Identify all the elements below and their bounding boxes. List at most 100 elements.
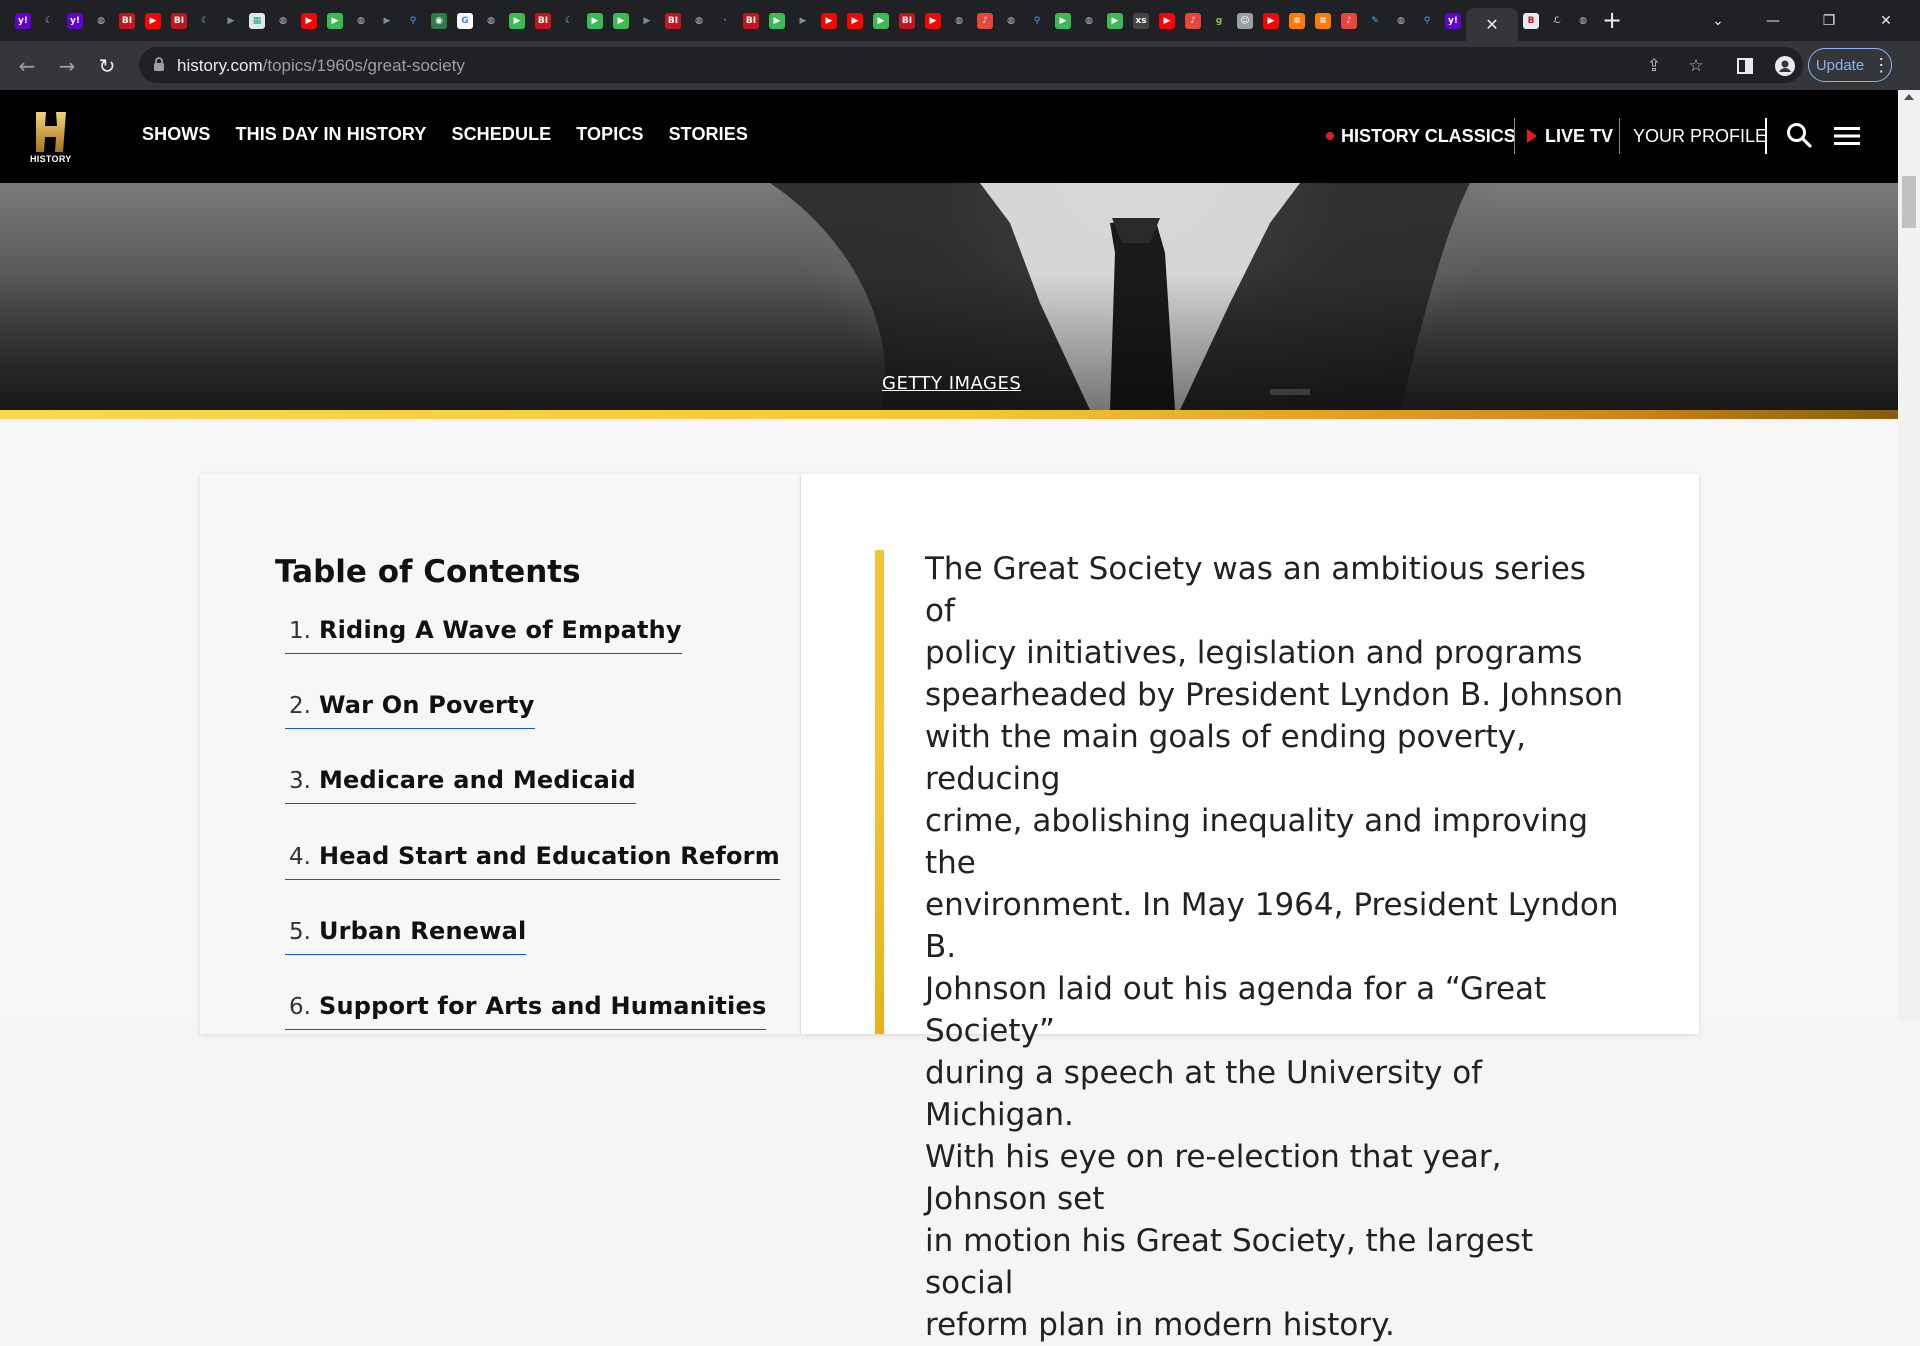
play-favicon-icon[interactable]: ▶ [1050, 8, 1076, 34]
xs-favicon-icon[interactable]: xs [1128, 8, 1154, 34]
podcast-favicon-icon[interactable]: ♪ [1180, 8, 1206, 34]
profile-avatar-icon[interactable] [1770, 51, 1800, 81]
vpn-favicon-icon[interactable]: ☾ [556, 8, 582, 34]
goodreads-favicon-icon[interactable]: g [1206, 8, 1232, 34]
globe-favicon-icon[interactable]: ◍ [1388, 8, 1414, 34]
vpn-favicon-icon[interactable]: ☾ [192, 8, 218, 34]
globe-favicon-icon[interactable]: ◍ [1076, 8, 1102, 34]
lede-line: in motion his Great Society, the largest… [925, 1223, 1534, 1301]
forward-favicon-icon[interactable]: ▶ [374, 8, 400, 34]
bookmark-favicon-icon[interactable]: ≡ [1284, 8, 1310, 34]
reload-icon[interactable]: ↻ [92, 51, 122, 81]
bi-favicon-icon[interactable]: BI [530, 8, 556, 34]
scroll-up-arrow-icon[interactable] [1904, 94, 1914, 100]
globe-favicon-icon[interactable]: ◍ [1570, 8, 1596, 34]
podcast-favicon-icon[interactable]: ♪ [1336, 8, 1362, 34]
nav-this-day-in-history[interactable]: THIS DAY IN HISTORY [236, 124, 427, 145]
youtube-favicon-icon[interactable]: ▶ [920, 8, 946, 34]
avatar-favicon-icon[interactable]: ☺ [1232, 8, 1258, 34]
youtube-favicon-icon[interactable]: ▶ [1258, 8, 1284, 34]
live-tv-link[interactable]: LIVE TV [1527, 118, 1613, 154]
search-favicon-icon[interactable]: ⚲ [400, 8, 426, 34]
favicon-glyph: ▶ [587, 13, 603, 29]
address-bar[interactable]: history.com/topics/1960s/great-society ⇪… [139, 47, 1803, 83]
play-favicon-icon[interactable]: ▶ [868, 8, 894, 34]
update-button[interactable]: Update ⋮ [1808, 48, 1892, 82]
nav-stories[interactable]: STORIES [669, 124, 748, 145]
share-icon[interactable]: ⇪ [1641, 53, 1667, 79]
tool-favicon-icon[interactable]: ✎ [1362, 8, 1388, 34]
page-scrollbar[interactable] [1898, 90, 1920, 1020]
blank-favicon-icon[interactable]: · [712, 8, 738, 34]
yahoo-favicon-icon[interactable]: y! [10, 8, 36, 34]
youtube-favicon-icon[interactable]: ▶ [842, 8, 868, 34]
google-favicon-icon[interactable]: G [452, 8, 478, 34]
play-favicon-icon[interactable]: ▶ [582, 8, 608, 34]
toc-item[interactable]: 6. Support for Arts and Humanities [285, 992, 767, 1030]
bi-favicon-icon[interactable]: BI [660, 8, 686, 34]
globe-favicon-icon[interactable]: ◍ [686, 8, 712, 34]
tab-search-icon[interactable]: ⌄ [1690, 0, 1746, 41]
brand-favicon-icon[interactable]: ℒ [1544, 8, 1570, 34]
bi-favicon-icon[interactable]: BI [738, 8, 764, 34]
forward-favicon-icon[interactable]: ▶ [218, 8, 244, 34]
podcast-favicon-icon[interactable]: ♪ [972, 8, 998, 34]
hamburger-menu-icon[interactable] [1834, 125, 1860, 147]
favicon-glyph: ▶ [1159, 13, 1175, 29]
forward-favicon-icon[interactable]: ▶ [790, 8, 816, 34]
restore-icon[interactable]: ❐ [1801, 0, 1857, 41]
bi-favicon-icon[interactable]: BI [166, 8, 192, 34]
close-window-icon[interactable]: ✕ [1858, 0, 1914, 41]
history-logo[interactable]: HISTORY [28, 108, 76, 166]
image-credit-link[interactable]: GETTY IMAGES [882, 373, 1021, 394]
toc-item[interactable]: 5. Urban Renewal [285, 917, 527, 955]
scroll-thumb[interactable] [1902, 176, 1916, 228]
play-favicon-icon[interactable]: ▶ [322, 8, 348, 34]
nav-shows[interactable]: SHOWS [142, 124, 211, 145]
play-favicon-icon[interactable]: ▶ [1102, 8, 1128, 34]
vpn-favicon-icon[interactable]: ☾ [36, 8, 62, 34]
url-text[interactable]: history.com/topics/1960s/great-society [177, 56, 465, 76]
play-favicon-icon[interactable]: ▶ [504, 8, 530, 34]
back-icon[interactable]: ← [12, 51, 42, 81]
yahoo-favicon-icon[interactable]: y! [62, 8, 88, 34]
bookmark-star-icon[interactable]: ☆ [1683, 53, 1709, 79]
search-favicon-icon[interactable]: ⚲ [1414, 8, 1440, 34]
bi-favicon-icon[interactable]: BI [114, 8, 140, 34]
minimize-icon[interactable]: — [1745, 0, 1801, 41]
forward-favicon-icon[interactable]: ▶ [634, 8, 660, 34]
nav-schedule[interactable]: SCHEDULE [451, 124, 551, 145]
search-icon[interactable] [1786, 122, 1814, 150]
history-classics-link[interactable]: HISTORY CLASSICS [1326, 118, 1516, 154]
yahoo-favicon-icon[interactable]: y! [1440, 8, 1466, 34]
map-favicon-icon[interactable]: ◉ [426, 8, 452, 34]
your-profile-link[interactable]: YOUR PROFILE [1633, 118, 1767, 154]
bookmark-favicon-icon[interactable]: ≡ [1310, 8, 1336, 34]
new-tab-button[interactable]: + [1598, 6, 1626, 34]
play-favicon-icon[interactable]: ▶ [608, 8, 634, 34]
active-tab-close-icon[interactable]: ✕ [1466, 8, 1518, 42]
toc-item[interactable]: 1. Riding A Wave of Empathy [285, 616, 682, 654]
toc-item[interactable]: 2. War On Poverty [285, 691, 535, 729]
youtube-favicon-icon[interactable]: ▶ [296, 8, 322, 34]
youtube-favicon-icon[interactable]: ▶ [1154, 8, 1180, 34]
globe-favicon-icon[interactable]: ◍ [88, 8, 114, 34]
globe-favicon-icon[interactable]: ◍ [998, 8, 1024, 34]
globe-favicon-icon[interactable]: ◍ [478, 8, 504, 34]
lock-icon[interactable] [153, 56, 169, 74]
play-favicon-icon[interactable]: ▶ [764, 8, 790, 34]
side-panel-icon[interactable] [1730, 51, 1760, 81]
grid-favicon-icon[interactable]: ▦ [244, 8, 270, 34]
nav-topics[interactable]: TOPICS [576, 124, 643, 145]
toc-item[interactable]: 3. Medicare and Medicaid [285, 766, 636, 804]
search-favicon-icon[interactable]: ⚲ [1024, 8, 1050, 34]
forward-icon[interactable]: → [52, 51, 82, 81]
youtube-favicon-icon[interactable]: ▶ [140, 8, 166, 34]
globe-favicon-icon[interactable]: ◍ [348, 8, 374, 34]
toc-item[interactable]: 4. Head Start and Education Reform [285, 842, 780, 880]
bi-active-favicon-icon[interactable]: B [1518, 8, 1544, 34]
bi-favicon-icon[interactable]: BI [894, 8, 920, 34]
globe-favicon-icon[interactable]: ◍ [270, 8, 296, 34]
globe-favicon-icon[interactable]: ◍ [946, 8, 972, 34]
youtube-favicon-icon[interactable]: ▶ [816, 8, 842, 34]
